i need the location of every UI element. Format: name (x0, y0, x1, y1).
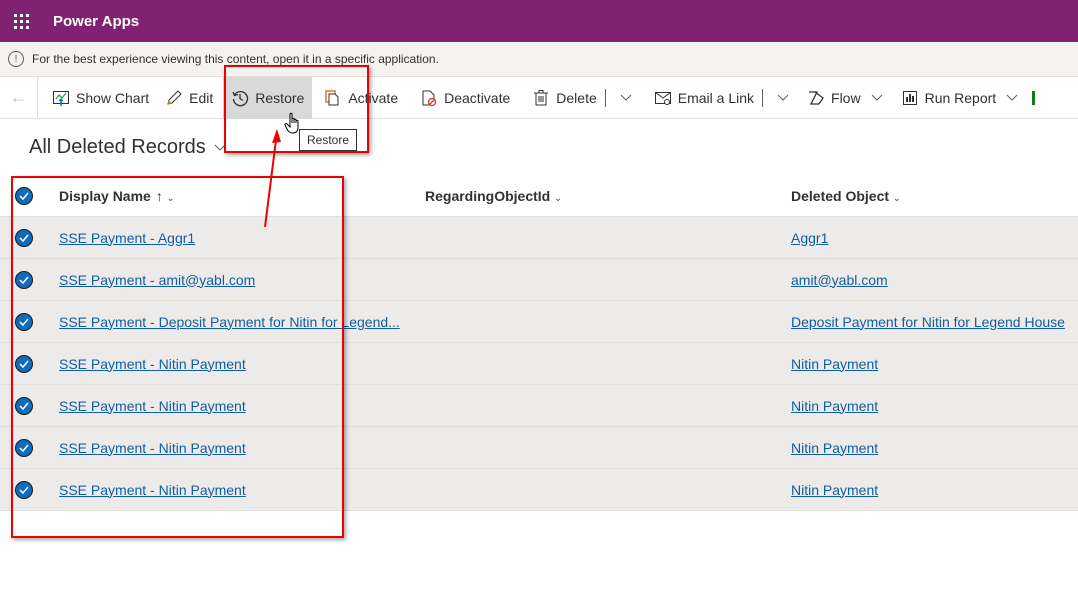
notification-text: For the best experience viewing this con… (32, 52, 439, 66)
chart-icon (52, 89, 70, 107)
table-row[interactable]: SSE Payment - Nitin Payment Nitin Payment (0, 385, 1078, 427)
flow-dropdown[interactable] (869, 77, 893, 119)
table-row[interactable]: SSE Payment - Nitin Payment Nitin Payment (0, 469, 1078, 511)
display-name-link[interactable]: SSE Payment - Nitin Payment (59, 398, 246, 414)
column-header-deleted-object[interactable]: Deleted Object ⌄ (782, 188, 1078, 204)
hand-cursor-icon (284, 112, 299, 134)
divider (762, 88, 764, 107)
notification-bar: ! For the best experience viewing this c… (0, 42, 1078, 76)
flow-icon (807, 89, 825, 107)
row-checkbox[interactable] (15, 396, 33, 415)
checkmark-icon (19, 402, 29, 410)
row-checkbox[interactable] (15, 228, 33, 247)
row-checkbox[interactable] (15, 354, 33, 373)
flow-label: Flow (831, 89, 861, 106)
records-grid: Display Name ↑ ⌄ RegardingObjectId ⌄ Delete… (0, 175, 1078, 511)
chevron-down-icon: ⌄ (166, 192, 175, 203)
info-icon: ! (8, 51, 24, 67)
table-row[interactable]: SSE Payment - amit@yabl.com amit@yabl.com (0, 259, 1078, 301)
chevron-down-icon: ⌄ (893, 192, 901, 203)
email-link-label: Email a Link (677, 89, 755, 106)
display-name-link[interactable]: SSE Payment - amit@yabl.com (59, 272, 255, 288)
show-chart-label: Show Chart (76, 89, 150, 106)
overflow-command-icon[interactable] (1032, 90, 1036, 105)
email-link-icon (654, 89, 672, 107)
history-icon (231, 89, 249, 107)
table-row[interactable]: SSE Payment - Deposit Payment for Nitin … (0, 301, 1078, 343)
run-report-label: Run Report (924, 89, 997, 106)
run-report-button[interactable]: Run Report (893, 77, 1005, 119)
waffle-button[interactable] (0, 0, 42, 42)
row-checkbox[interactable] (15, 312, 33, 331)
display-name-link[interactable]: SSE Payment - Nitin Payment (59, 440, 246, 456)
deactivate-button[interactable]: Deactivate (412, 77, 518, 119)
more-delete-dropdown[interactable] (610, 77, 642, 119)
back-arrow-icon: ← (9, 87, 28, 107)
waffle-icon (13, 13, 29, 29)
edit-label: Edit (189, 89, 214, 106)
app-header: Power Apps (0, 0, 1078, 42)
row-checkbox[interactable] (15, 438, 33, 457)
row-checkbox[interactable] (15, 480, 33, 499)
chevron-down-icon (1006, 94, 1018, 101)
table-row[interactable]: SSE Payment - Aggr1 Aggr1 (0, 217, 1078, 259)
flow-button[interactable]: Flow (799, 77, 869, 119)
deleted-object-link[interactable]: Nitin Payment (791, 440, 878, 456)
divider (604, 88, 606, 107)
command-bar: ← Show Chart Edit Restore Activate Deact… (0, 76, 1078, 119)
row-checkbox[interactable] (15, 270, 33, 289)
table-row[interactable]: SSE Payment - Nitin Payment Nitin Payment (0, 427, 1078, 469)
restore-tooltip: Restore (299, 129, 358, 151)
display-name-link[interactable]: SSE Payment - Aggr1 (59, 230, 195, 246)
delete-button[interactable]: Delete (524, 77, 604, 119)
chevron-down-icon (871, 94, 882, 101)
deleted-object-link[interactable]: amit@yabl.com (791, 272, 888, 288)
display-name-link[interactable]: SSE Payment - Nitin Payment (59, 356, 246, 372)
checkmark-icon (19, 486, 29, 494)
checkmark-icon (19, 192, 29, 200)
display-name-link[interactable]: SSE Payment - Deposit Payment for Nitin … (59, 314, 400, 330)
checkmark-icon (19, 276, 29, 284)
activate-button[interactable]: Activate (316, 77, 406, 119)
report-icon (901, 89, 919, 107)
delete-label: Delete (556, 89, 597, 106)
activate-label: Activate (348, 89, 399, 106)
trash-icon (532, 89, 550, 107)
chevron-down-icon: ⌄ (554, 192, 562, 203)
pencil-icon (165, 89, 183, 107)
email-link-dropdown[interactable] (767, 77, 799, 119)
deactivate-label: Deactivate (444, 89, 511, 106)
select-all-checkbox[interactable] (15, 186, 33, 205)
activate-icon (324, 89, 342, 107)
grid-header: Display Name ↑ ⌄ RegardingObjectId ⌄ Delete… (0, 175, 1078, 217)
run-report-dropdown[interactable] (1004, 77, 1028, 119)
email-link-button[interactable]: Email a Link (646, 77, 762, 119)
deleted-object-link[interactable]: Aggr1 (791, 230, 828, 246)
deactivate-icon (420, 89, 438, 107)
checkmark-icon (19, 444, 29, 452)
deleted-object-link[interactable]: Nitin Payment (791, 482, 878, 498)
deleted-object-link[interactable]: Nitin Payment (791, 356, 878, 372)
deleted-object-link[interactable]: Deposit Payment for Nitin for Legend Hou… (791, 314, 1065, 330)
restore-label: Restore (255, 89, 305, 106)
chevron-down-icon (214, 141, 226, 155)
checkmark-icon (19, 318, 29, 326)
edit-button[interactable]: Edit (157, 77, 221, 119)
column-header-regarding-object-id[interactable]: RegardingObjectId ⌄ (416, 188, 782, 204)
view-selector[interactable]: All Deleted Records (29, 136, 226, 159)
chevron-down-icon (620, 94, 632, 101)
sort-ascending-icon: ↑ (155, 187, 163, 204)
table-row[interactable]: SSE Payment - Nitin Payment Nitin Payment (0, 343, 1078, 385)
view-title: All Deleted Records (29, 136, 206, 158)
deleted-object-link[interactable]: Nitin Payment (791, 398, 878, 414)
checkmark-icon (19, 360, 29, 368)
show-chart-button[interactable]: Show Chart (44, 77, 157, 119)
app-title: Power Apps (53, 12, 140, 30)
chevron-down-icon (777, 94, 789, 101)
column-header-display-name[interactable]: Display Name ↑ ⌄ (50, 188, 416, 204)
display-name-link[interactable]: SSE Payment - Nitin Payment (59, 482, 246, 498)
checkmark-icon (19, 234, 29, 242)
back-button[interactable]: ← (0, 76, 38, 119)
